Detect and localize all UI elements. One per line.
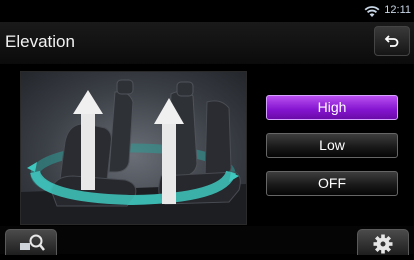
return-arrow-icon	[384, 35, 399, 47]
status-bar: 12:11	[0, 0, 414, 22]
option-low-button[interactable]: Low	[266, 133, 398, 158]
zoom-button[interactable]	[5, 229, 57, 255]
bottom-toolbar	[0, 226, 414, 255]
settings-button[interactable]	[357, 229, 409, 255]
title-bar: Elevation	[0, 22, 414, 65]
option-off-button[interactable]: OFF	[266, 171, 398, 196]
main-content: High Low OFF	[0, 64, 414, 226]
seat-elevation-illustration	[20, 71, 247, 225]
clock: 12:11	[384, 4, 411, 16]
option-high-button[interactable]: High	[266, 95, 398, 120]
gear-icon	[373, 234, 393, 254]
page-title: Elevation	[5, 32, 75, 51]
back-button[interactable]	[374, 26, 410, 56]
wifi-icon	[364, 4, 380, 18]
zoom-search-icon	[20, 234, 45, 251]
